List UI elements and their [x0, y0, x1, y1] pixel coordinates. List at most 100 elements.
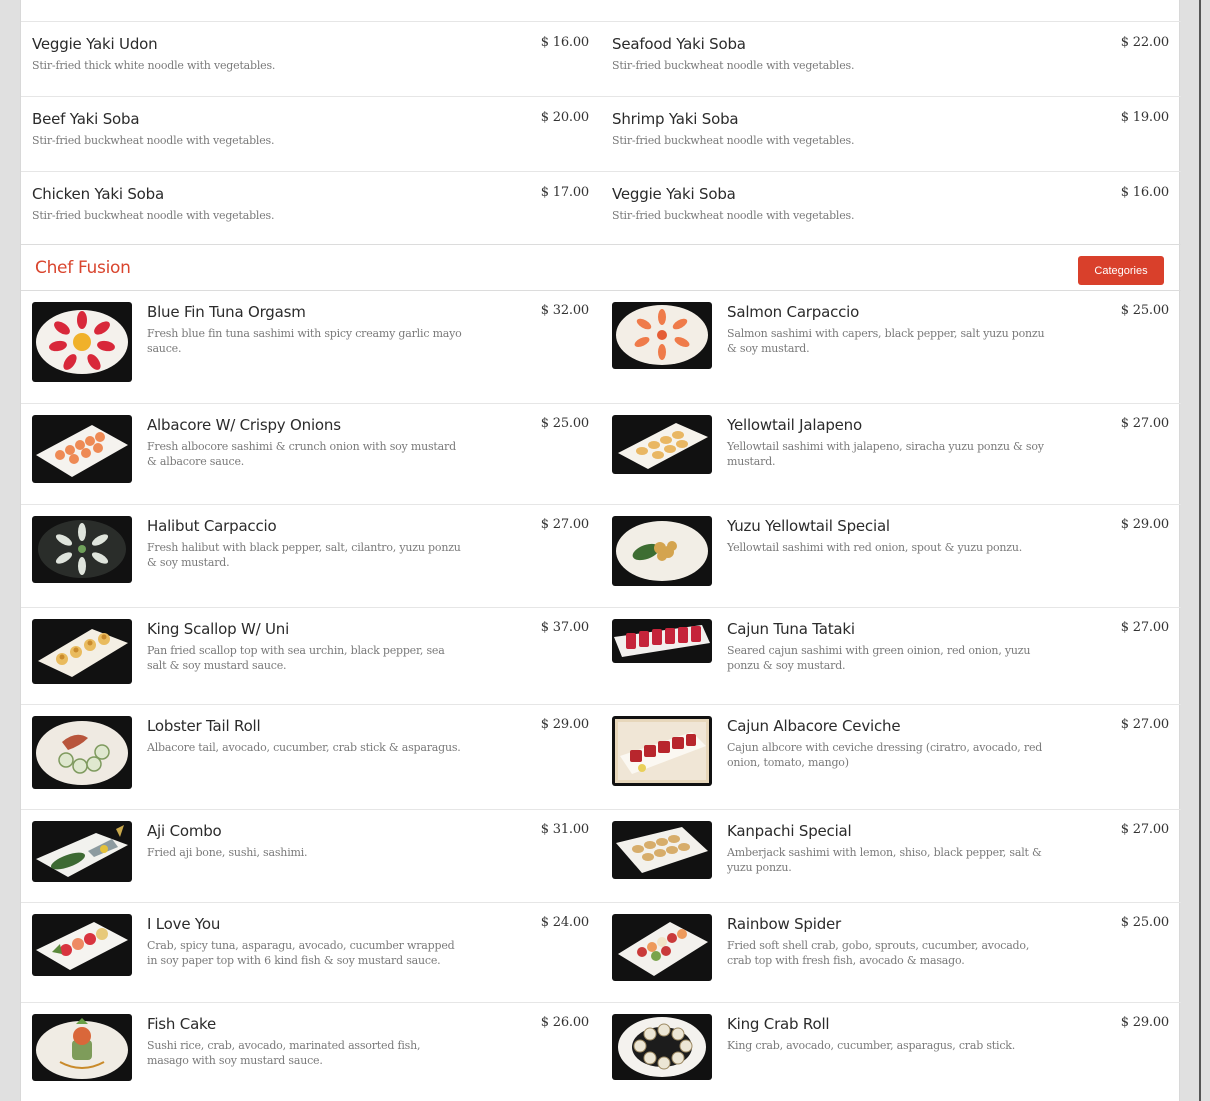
round-plate-roll-image [32, 716, 132, 789]
item-name: King Crab Roll [727, 1015, 830, 1033]
item-price: $ 31.00 [540, 822, 589, 837]
menu-row: Blue Fin Tuna Orgasm Fresh blue fin tuna… [21, 291, 1181, 403]
item-description: Fried aji bone, sushi, sashimi. [147, 846, 308, 859]
item-price: $ 27.00 [1120, 620, 1169, 635]
menu-row: Chicken Yaki Soba Stir-fried buckwheat n… [21, 171, 1181, 244]
menu-item[interactable]: Yuzu Yellowtail Special Yellowtail sashi… [601, 505, 1179, 607]
item-name: Salmon Carpaccio [727, 303, 860, 321]
menu-item[interactable]: Salmon Carpaccio Salmon sashimi with cap… [601, 291, 1179, 403]
square-plate-kanpachi-image [612, 821, 712, 879]
item-name: Veggie Yaki Soba [612, 185, 736, 203]
item-name: Chicken Yaki Soba [32, 185, 164, 203]
item-price: $ 29.00 [540, 717, 589, 732]
menu-item[interactable]: Chicken Yaki Soba Stir-fried buckwheat n… [21, 172, 599, 244]
menu-row: Fish Cake Sushi rice, crab, avocado, mar… [21, 1002, 1181, 1101]
item-price: $ 20.00 [540, 110, 589, 125]
item-price: $ 24.00 [540, 915, 589, 930]
item-name: Rainbow Spider [727, 915, 842, 933]
square-plate-rainbow-image [612, 914, 712, 981]
item-description: Sushi rice, crab, avocado, marinated ass… [147, 1039, 421, 1067]
item-name: King Scallop W/ Uni [147, 620, 290, 638]
menu-item[interactable]: Shrimp Yaki Soba Stir-fried buckwheat no… [601, 97, 1179, 171]
menu-row: King Scallop W/ Uni Pan fried scallop to… [21, 607, 1181, 704]
menu-item[interactable]: Halibut Carpaccio Fresh halibut with bla… [21, 505, 599, 607]
item-description: Pan fried scallop top with sea urchin, b… [147, 644, 445, 672]
item-price: $ 25.00 [540, 416, 589, 431]
item-price: $ 29.00 [1120, 517, 1169, 532]
item-description: King crab, avocado, cucumber, asparagus,… [727, 1039, 1016, 1052]
scrollbar-edge [1199, 0, 1201, 1101]
menu-item[interactable]: Cajun Tuna Tataki Seared cajun sashimi w… [601, 608, 1179, 704]
menu-item[interactable]: Veggie Yaki Soba Stir-fried buckwheat no… [601, 172, 1179, 244]
item-description: Stir-fried buckwheat noodle with vegetab… [612, 59, 855, 72]
item-name: Aji Combo [147, 822, 222, 840]
item-description: Crab, spicy tuna, asparagu, avocado, cuc… [147, 939, 455, 967]
item-description: Seared cajun sashimi with green oinion, … [727, 644, 1031, 672]
item-price: $ 27.00 [1120, 416, 1169, 431]
categories-button[interactable]: Categories [1078, 256, 1164, 285]
item-price: $ 29.00 [1120, 1015, 1169, 1030]
menu-item[interactable]: Lobster Tail Roll Albacore tail, avocado… [21, 705, 599, 809]
round-plate-yellowtail-image [612, 516, 712, 586]
item-description: Stir-fried buckwheat noodle with vegetab… [612, 134, 855, 147]
item-price: $ 25.00 [1120, 303, 1169, 318]
item-name: Cajun Albacore Ceviche [727, 717, 901, 735]
item-price: $ 16.00 [1120, 185, 1169, 200]
item-price: $ 25.00 [1120, 915, 1169, 930]
item-name: Halibut Carpaccio [147, 517, 277, 535]
item-price: $ 16.00 [540, 35, 589, 50]
section-title: Chef Fusion [35, 258, 131, 278]
menu-item[interactable]: Aji Combo Fried aji bone, sushi, sashimi… [21, 810, 599, 902]
menu-row: Beef Yaki Soba Stir-fried buckwheat nood… [21, 96, 1181, 171]
item-price: $ 26.00 [540, 1015, 589, 1030]
menu-item[interactable]: Kanpachi Special Amberjack sashimi with … [601, 810, 1179, 902]
item-description: Salmon sashimi with capers, black pepper… [727, 327, 1045, 355]
menu-item[interactable]: I Love You Crab, spicy tuna, asparagu, a… [21, 903, 599, 1002]
item-description: Fried soft shell crab, gobo, sprouts, cu… [727, 939, 1030, 967]
menu-row: Lobster Tail Roll Albacore tail, avocado… [21, 704, 1181, 809]
menu-row: I Love You Crab, spicy tuna, asparagu, a… [21, 902, 1181, 1002]
menu-item[interactable]: Veggie Yaki Udon Stir-fried thick white … [21, 22, 599, 96]
item-description: Fresh halibut with black pepper, salt, c… [147, 541, 461, 569]
menu-item[interactable]: Cajun Albacore Ceviche Cajun albcore wit… [601, 705, 1179, 809]
square-plate-scallop-image [32, 619, 132, 684]
menu-row: Halibut Carpaccio Fresh halibut with bla… [21, 504, 1181, 607]
item-price: $ 27.00 [540, 517, 589, 532]
menu-item[interactable]: Fish Cake Sushi rice, crab, avocado, mar… [21, 1003, 599, 1101]
menu-item[interactable]: King Crab Roll King crab, avocado, cucum… [601, 1003, 1179, 1101]
menu-item[interactable]: King Scallop W/ Uni Pan fried scallop to… [21, 608, 599, 704]
item-description: Stir-fried thick white noodle with veget… [32, 59, 276, 72]
item-description: Cajun albcore with ceviche dressing (cir… [727, 741, 1043, 769]
square-plate-albacore-image [32, 415, 132, 483]
item-name: Blue Fin Tuna Orgasm [147, 303, 306, 321]
framed-ceviche-image [612, 716, 712, 786]
item-description: Fresh blue fin tuna sashimi with spicy c… [147, 327, 462, 355]
item-price: $ 19.00 [1120, 110, 1169, 125]
item-name: Fish Cake [147, 1015, 217, 1033]
square-plate-roll-image [32, 914, 132, 976]
menu-item[interactable]: Seafood Yaki Soba Stir-fried buckwheat n… [601, 22, 1179, 96]
menu-item[interactable]: Yellowtail Jalapeno Yellowtail sashimi w… [601, 404, 1179, 504]
item-price: $ 17.00 [540, 185, 589, 200]
item-name: Albacore W/ Crispy Onions [147, 416, 341, 434]
menu-panel: Veggie Yaki Udon Stir-fried thick white … [20, 0, 1181, 1101]
square-plate-yellowtail-image [612, 415, 712, 474]
item-name: Lobster Tail Roll [147, 717, 261, 735]
item-price: $ 27.00 [1120, 822, 1169, 837]
menu-item[interactable]: Beef Yaki Soba Stir-fried buckwheat nood… [21, 97, 599, 171]
long-plate-tuna-image [612, 619, 712, 663]
menu-item[interactable]: Albacore W/ Crispy Onions Fresh albocore… [21, 404, 599, 504]
menu-item[interactable]: Blue Fin Tuna Orgasm Fresh blue fin tuna… [21, 291, 599, 403]
item-name: Veggie Yaki Udon [32, 35, 158, 53]
item-name: Beef Yaki Soba [32, 110, 140, 128]
square-plate-aji-image [32, 821, 132, 882]
item-description: Amberjack sashimi with lemon, shiso, bla… [727, 846, 1042, 874]
section-header: Chef Fusion Categories [21, 244, 1181, 291]
item-name: Cajun Tuna Tataki [727, 620, 855, 638]
item-description: Fresh albocore sashimi & crunch onion wi… [147, 440, 456, 468]
item-description: Stir-fried buckwheat noodle with vegetab… [32, 209, 275, 222]
item-name: Yuzu Yellowtail Special [727, 517, 890, 535]
item-description: Stir-fried buckwheat noodle with vegetab… [32, 134, 275, 147]
menu-item[interactable]: Rainbow Spider Fried soft shell crab, go… [601, 903, 1179, 1002]
item-name: Kanpachi Special [727, 822, 852, 840]
